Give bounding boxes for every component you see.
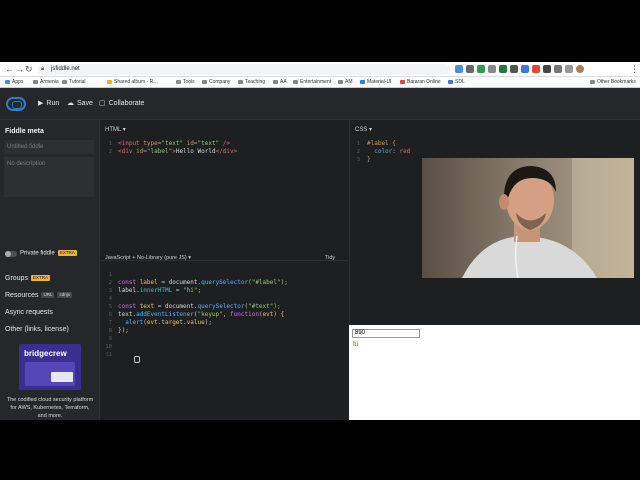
extension-icon[interactable] <box>466 65 474 73</box>
js-code[interactable]: const label = document.querySelector("#l… <box>118 279 288 335</box>
address-bar[interactable]: 🔒︎ jsfiddle.net <box>38 64 450 75</box>
extension-icon[interactable] <box>554 65 562 73</box>
ad-card <box>25 362 75 386</box>
private-fiddle-label: Private fiddle EXTRA <box>20 250 77 257</box>
reload-icon[interactable]: ↻ <box>25 64 33 75</box>
result-text-input[interactable]: 890 <box>352 329 420 338</box>
cdnjs-badge[interactable]: cdnjs <box>57 292 72 299</box>
groups-item[interactable]: Groups EXTRA <box>5 275 50 282</box>
extension-icon[interactable] <box>565 65 573 73</box>
bookmark-item[interactable]: Teaching <box>238 79 265 86</box>
jsfiddle-header: ▶ Run ☁ Save ▢ Collaborate <box>0 88 640 120</box>
screen: ← → ↻ 🔒︎ jsfiddle.net ⋮ Apps Armenia Tut… <box>0 62 640 420</box>
save-button[interactable]: ☁ Save <box>67 98 93 110</box>
extension-icons <box>455 65 584 73</box>
bookmark-item[interactable]: Bararan Online <box>400 79 441 86</box>
js-gutter: 1 2 3 4 5 6 7 8 9 10 11 <box>105 272 112 358</box>
address-text: jsfiddle.net <box>51 66 80 72</box>
js-panel[interactable]: JavaScript + No-Library (pure JS) ▾ Tidy… <box>100 255 348 420</box>
other-links-item[interactable]: Other (links, license) <box>5 326 69 333</box>
cloud-icon: ☁ <box>67 100 74 107</box>
run-button[interactable]: ▶ Run <box>38 98 59 110</box>
js-panel-label[interactable]: JavaScript + No-Library (pure JS) ▾ <box>105 255 191 261</box>
menu-icon[interactable]: ⋮ <box>630 64 639 75</box>
collaborate-button[interactable]: ▢ Collaborate <box>99 98 144 110</box>
url-badge[interactable]: URL <box>41 292 55 299</box>
bookmark-item[interactable]: Entertainment <box>293 79 331 86</box>
result-panel: 890 hi <box>349 325 640 420</box>
lock-icon: 🔒︎ <box>41 66 45 72</box>
bookmark-apps[interactable]: Apps <box>5 79 23 86</box>
extra-badge: EXTRA <box>57 250 77 256</box>
html-gutter: 12 <box>108 141 112 155</box>
extension-icon[interactable] <box>532 65 540 73</box>
extension-icon[interactable] <box>543 65 551 73</box>
webcam-image <box>422 158 634 278</box>
back-icon[interactable]: ← <box>5 64 14 75</box>
bookmark-item[interactable]: Shared album - R… <box>107 79 158 86</box>
bookmark-item[interactable]: Tutorial <box>62 79 86 86</box>
chat-icon: ▢ <box>99 100 106 107</box>
webcam-overlay <box>422 158 634 278</box>
async-requests-item[interactable]: Async requests <box>5 309 53 316</box>
ad-brand: bridgecrew <box>24 349 67 358</box>
fiddle-meta-title: Fiddle meta <box>5 128 44 135</box>
extension-icon[interactable] <box>499 65 507 73</box>
extra-badge: EXTRA <box>30 275 50 282</box>
extension-icon[interactable] <box>455 65 463 73</box>
css-gutter: 123 <box>356 141 360 163</box>
html-code[interactable]: <input type="text" id="text" /> <div id=… <box>118 140 237 156</box>
browser-toolbar: ← → ↻ 🔒︎ jsfiddle.net ⋮ <box>0 62 640 77</box>
html-panel-label[interactable]: HTML ▾ <box>105 126 126 133</box>
html-panel[interactable]: HTML ▾ 12 <input type="text" id="text" /… <box>100 120 348 260</box>
forward-icon[interactable]: → <box>15 64 24 75</box>
text-cursor <box>134 356 140 363</box>
resources-item[interactable]: Resources URL cdnjs <box>5 292 72 299</box>
bookmarks-bar: Apps Armenia Tutorial Shared album - R… … <box>0 77 640 88</box>
bookmark-item[interactable]: Armenia <box>33 79 59 86</box>
profile-avatar-icon[interactable] <box>576 65 584 73</box>
result-label: hi <box>353 340 359 348</box>
play-icon: ▶ <box>38 100 44 107</box>
tidy-button[interactable]: Tidy <box>325 255 335 261</box>
bookmark-item[interactable]: Material-UI <box>360 79 391 86</box>
extension-icon[interactable] <box>521 65 529 73</box>
bookmark-item[interactable]: AM <box>338 79 353 86</box>
extension-icon[interactable] <box>488 65 496 73</box>
extension-icon[interactable] <box>477 65 485 73</box>
css-panel-label[interactable]: CSS ▾ <box>355 126 372 133</box>
ad-text[interactable]: The codified cloud security platform for… <box>6 396 94 420</box>
css-code[interactable]: #label { color: red } <box>367 140 410 164</box>
private-fiddle-toggle[interactable] <box>5 251 17 257</box>
bookmark-item[interactable]: Company <box>202 79 230 86</box>
fiddle-description-input[interactable]: No description <box>4 157 94 197</box>
bookmark-item[interactable]: SDL <box>448 79 465 86</box>
bookmark-item[interactable]: Tools <box>176 79 195 86</box>
jsfiddle-logo-icon[interactable] <box>6 97 26 111</box>
bookmark-other[interactable]: Other Bookmarks <box>590 79 636 86</box>
fiddle-title-input[interactable]: Untitled fiddle <box>4 140 94 154</box>
bookmark-item[interactable]: AA <box>273 79 287 86</box>
extension-icon[interactable] <box>510 65 518 73</box>
bridgecrew-ad-image[interactable]: bridgecrew <box>19 344 81 390</box>
